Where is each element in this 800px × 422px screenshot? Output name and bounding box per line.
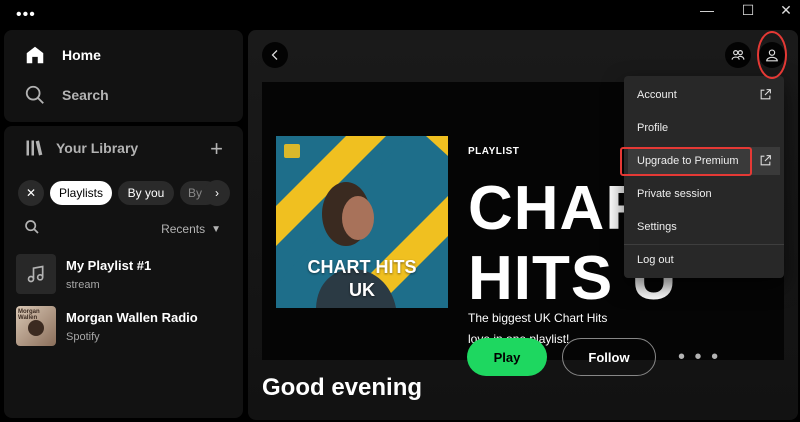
- plus-icon[interactable]: +: [210, 138, 223, 160]
- list-item[interactable]: Morgan Wallen Morgan Wallen Radio Spotif…: [16, 304, 236, 348]
- library-title: Your Library: [56, 140, 139, 156]
- radio-thumb: Morgan Wallen: [16, 306, 56, 346]
- home-icon: [26, 46, 44, 64]
- library-search-icon[interactable]: [24, 219, 40, 235]
- window-titlebar: ••• — ☐ ✕: [0, 0, 800, 28]
- menu-item-logout[interactable]: Log out: [628, 246, 780, 274]
- menu-item-label: Settings: [637, 221, 677, 233]
- chip-by-you[interactable]: By you: [118, 181, 174, 205]
- list-item-subtitle: Spotify: [66, 330, 100, 343]
- friends-icon: [731, 50, 745, 60]
- cover-title-line2: UK: [349, 280, 375, 300]
- menu-item-label: Private session: [637, 188, 712, 200]
- cover-title-line1: CHART HITS: [307, 257, 417, 277]
- list-item-title: My Playlist #1: [66, 257, 152, 273]
- search-icon: [25, 85, 44, 104]
- nav-panel: Home Search: [4, 30, 243, 122]
- play-button[interactable]: Play: [467, 338, 547, 376]
- close-window-icon[interactable]: ✕: [771, 0, 800, 20]
- menu-item-profile[interactable]: Profile: [628, 114, 780, 142]
- menu-item-settings[interactable]: Settings: [628, 213, 780, 241]
- type-label: PLAYLIST: [468, 146, 520, 157]
- chevron-right-icon[interactable]: ›: [204, 180, 230, 206]
- cover-title: CHART HITS UK: [276, 256, 448, 302]
- library-header[interactable]: Your Library: [24, 138, 138, 158]
- follow-button[interactable]: Follow: [562, 338, 656, 376]
- highlight-upgrade: [620, 147, 752, 176]
- list-item[interactable]: My Playlist #1 stream: [16, 252, 236, 296]
- more-options-icon[interactable]: • • •: [678, 346, 720, 369]
- friends-button[interactable]: [725, 42, 751, 68]
- playlist-thumb: [16, 254, 56, 294]
- menu-item-label: Profile: [637, 122, 669, 134]
- menu-divider: [624, 244, 784, 245]
- nav-home-label: Home: [62, 47, 101, 63]
- highlight-profile: [757, 31, 787, 79]
- back-button[interactable]: [262, 42, 288, 68]
- nav-search-label: Search: [62, 87, 109, 103]
- nav-home[interactable]: Home: [24, 44, 101, 66]
- library-icon: [26, 140, 43, 156]
- menu-item-private-session[interactable]: Private session: [628, 180, 780, 208]
- menu-item-account[interactable]: Account: [628, 81, 780, 109]
- caret-down-icon: ▼: [211, 223, 221, 235]
- minimize-icon[interactable]: —: [692, 0, 722, 20]
- list-item-subtitle: stream: [66, 278, 100, 291]
- close-icon[interactable]: ✕: [18, 180, 44, 206]
- list-item-title: Morgan Wallen Radio: [66, 309, 198, 325]
- external-link-icon: [760, 155, 771, 166]
- sort-dropdown[interactable]: Recents ▼: [161, 222, 221, 236]
- menu-item-label: Log out: [637, 254, 674, 266]
- external-link-icon: [760, 89, 771, 100]
- app-menu-icon[interactable]: •••: [16, 6, 36, 24]
- nav-search[interactable]: Search: [24, 84, 109, 106]
- playlist-cover[interactable]: CHART HITS UK: [276, 136, 448, 308]
- thumb-avatar: [28, 320, 44, 336]
- menu-item-label: Account: [637, 89, 677, 101]
- library-panel: Your Library + ✕ Playlists By you By › R…: [4, 126, 243, 418]
- chip-playlists[interactable]: Playlists: [50, 181, 112, 205]
- music-note-icon: [27, 265, 44, 283]
- greeting-heading: Good evening: [262, 374, 423, 401]
- maximize-icon[interactable]: ☐: [733, 0, 763, 20]
- profile-menu: Account Profile Upgrade to Premium Priva…: [624, 76, 784, 278]
- sort-label: Recents: [161, 222, 206, 236]
- chevron-left-icon: [271, 50, 278, 60]
